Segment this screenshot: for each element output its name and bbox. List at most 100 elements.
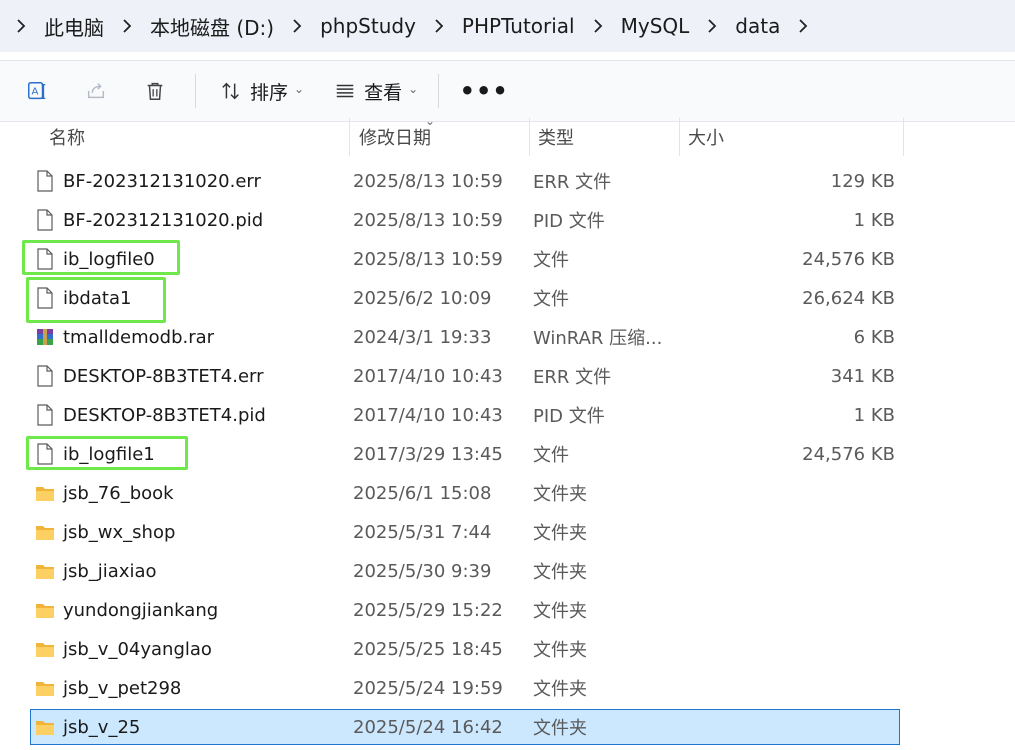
file-type: 文件夹 (533, 640, 587, 661)
file-name-cell: jsb_wx_shop (31, 521, 353, 543)
breadcrumb-item-mysql[interactable]: MySQL (621, 12, 690, 40)
file-size: 24,576 KB (802, 248, 895, 270)
chevron-right-icon[interactable] (792, 11, 814, 41)
column-header-date-modified[interactable]: ⌄ 修改日期 (350, 114, 530, 156)
file-type: ERR 文件 (533, 367, 612, 388)
file-name: jsb_jiaxiao (63, 560, 157, 582)
file-row[interactable]: ib_logfile1 2017/3/29 13:45 文件 24,576 KB (30, 436, 900, 472)
file-row[interactable]: tmalldemodb.rar 2024/3/1 19:33 WinRAR 压缩..… (30, 319, 900, 355)
column-header-type[interactable]: 类型 (530, 118, 680, 156)
file-date: 2025/5/24 16:42 (353, 716, 503, 738)
file-row[interactable]: BF-202312131020.err 2025/8/13 10:59 ERR 文件… (30, 163, 900, 199)
chevron-right-icon[interactable] (428, 11, 450, 41)
file-row[interactable]: jsb_v_25 2025/5/24 16:42 文件夹 (30, 709, 900, 745)
file-name: BF-202312131020.pid (63, 209, 264, 231)
file-type: WinRAR 压缩... (533, 328, 663, 349)
command-bar: A 排序 ⌄ 查看 ⌄ ••• (0, 60, 1015, 122)
sort-button[interactable]: 排序 ⌄ (212, 71, 312, 111)
folder-icon (35, 599, 55, 621)
file-row[interactable]: BF-202312131020.pid 2025/8/13 10:59 PID 文件… (30, 202, 900, 238)
column-header-row: 名称 ⌄ 修改日期 类型 大小 (30, 114, 910, 156)
file-name-cell: BF-202312131020.err (31, 170, 353, 192)
chevron-right-icon[interactable] (116, 11, 138, 41)
file-name-cell: DESKTOP-8B3TET4.pid (31, 404, 353, 426)
share-icon (87, 83, 105, 99)
rename-button[interactable]: A (14, 71, 60, 111)
file-date: 2025/6/1 15:08 (353, 482, 492, 504)
file-date: 2025/8/13 10:59 (353, 170, 503, 192)
view-label: 查看 (364, 81, 403, 104)
sort-descending-icon: ⌄ (425, 114, 436, 128)
breadcrumb-item-local-disk[interactable]: 本地磁盘 (D:) (150, 10, 274, 43)
file-date: 2017/4/10 10:43 (353, 365, 503, 387)
column-header-name[interactable]: 名称 (30, 118, 350, 156)
file-type: 文件 (533, 250, 569, 271)
chevron-down-icon: ⌄ (408, 82, 419, 96)
breadcrumb: 此电脑 本地磁盘 (D:) phpStudy PHPTutorial MySQL… (0, 0, 1015, 52)
column-header-size[interactable]: 大小 (680, 118, 904, 156)
breadcrumb-item-data[interactable]: data (735, 12, 780, 40)
folder-icon (35, 482, 55, 504)
file-type: 文件夹 (533, 523, 587, 544)
file-row[interactable]: DESKTOP-8B3TET4.pid 2017/4/10 10:43 PID 文件… (30, 397, 900, 433)
toolbar-divider (438, 74, 440, 108)
file-icon (35, 287, 55, 309)
file-type: 文件夹 (533, 484, 587, 505)
view-list-icon (336, 84, 354, 98)
file-name: jsb_wx_shop (63, 521, 176, 543)
file-row[interactable]: jsb_wx_shop 2025/5/31 7:44 文件夹 (30, 514, 900, 550)
file-name-cell: yundongjiankang (31, 599, 353, 621)
file-row[interactable]: jsb_76_book 2025/6/1 15:08 文件夹 (30, 475, 900, 511)
sort-label: 排序 (250, 81, 289, 104)
share-button[interactable] (73, 71, 119, 111)
breadcrumb-expand-chevron-icon[interactable] (10, 11, 32, 41)
file-type: PID 文件 (533, 211, 605, 232)
file-name: ib_logfile1 (63, 443, 155, 465)
file-size: 6 KB (853, 326, 895, 348)
file-name: jsb_v_04yanglao (63, 638, 212, 660)
svg-text:A: A (32, 87, 39, 98)
rename-icon: A (28, 82, 46, 100)
file-size: 1 KB (853, 404, 895, 426)
view-button[interactable]: 查看 ⌄ (326, 71, 426, 111)
file-row[interactable]: ibdata1 2025/6/2 10:09 文件 26,624 KB (30, 280, 900, 316)
file-type: 文件夹 (533, 562, 587, 583)
file-icon (35, 248, 55, 270)
file-size: 26,624 KB (802, 287, 895, 309)
file-date: 2017/4/10 10:43 (353, 404, 503, 426)
breadcrumb-item-this-pc[interactable]: 此电脑 (44, 10, 104, 43)
file-row[interactable]: DESKTOP-8B3TET4.err 2017/4/10 10:43 ERR 文件… (30, 358, 900, 394)
file-name-cell: jsb_v_04yanglao (31, 638, 353, 660)
file-name: ib_logfile0 (63, 248, 155, 270)
chevron-right-icon[interactable] (587, 11, 609, 41)
file-row[interactable]: jsb_jiaxiao 2025/5/30 9:39 文件夹 (30, 553, 900, 589)
file-name: jsb_76_book (63, 482, 174, 504)
file-date: 2025/6/2 10:09 (353, 287, 492, 309)
file-name-cell: jsb_v_25 (31, 716, 353, 738)
file-name-cell: jsb_76_book (31, 482, 353, 504)
file-name-cell: ib_logfile0 (31, 248, 353, 270)
file-row[interactable]: ib_logfile0 2025/8/13 10:59 文件 24,576 KB (30, 241, 900, 277)
file-type: 文件夹 (533, 679, 587, 700)
chevron-right-icon[interactable] (286, 11, 308, 41)
file-row[interactable]: jsb_v_04yanglao 2025/5/25 18:45 文件夹 (30, 631, 900, 667)
file-type: 文件 (533, 445, 569, 466)
folder-icon (35, 677, 55, 699)
file-date: 2025/5/25 18:45 (353, 638, 503, 660)
chevron-right-icon[interactable] (701, 11, 723, 41)
more-options-button[interactable]: ••• (459, 71, 509, 111)
file-date: 2025/8/13 10:59 (353, 209, 503, 231)
file-name-cell: ibdata1 (31, 287, 353, 309)
file-row[interactable]: jsb_v_pet298 2025/5/24 19:59 文件夹 (30, 670, 900, 706)
file-name: ibdata1 (63, 287, 132, 309)
file-name-cell: BF-202312131020.pid (31, 209, 353, 231)
sort-icon (222, 82, 239, 100)
file-name-cell: DESKTOP-8B3TET4.err (31, 365, 353, 387)
breadcrumb-item-phpstudy[interactable]: phpStudy (320, 12, 416, 40)
file-row[interactable]: yundongjiankang 2025/5/29 15:22 文件夹 (30, 592, 900, 628)
delete-button[interactable] (132, 71, 178, 111)
file-date: 2024/3/1 19:33 (353, 326, 492, 348)
breadcrumb-item-phptutorial[interactable]: PHPTutorial (462, 12, 575, 40)
folder-icon (35, 521, 55, 543)
file-name-cell: tmalldemodb.rar (31, 326, 353, 348)
